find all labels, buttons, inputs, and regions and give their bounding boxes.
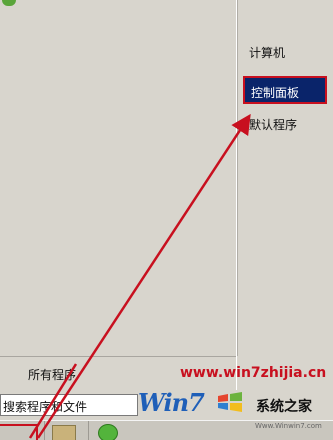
menu-item-computer[interactable]: 计算机 — [249, 44, 285, 61]
watermark-brand-cn: 系统之家 — [256, 399, 312, 415]
menu-item-control-panel[interactable]: 控制面板 — [243, 76, 327, 104]
search-input[interactable]: 搜索程序和文件 — [0, 394, 138, 416]
watermark-brand-latin: Win7 — [138, 388, 205, 417]
taskbar-separator — [44, 421, 45, 440]
taskbar-separator — [88, 421, 89, 440]
places-pane: 计算机 控制面板 默认程序 — [236, 0, 333, 356]
program-icon[interactable] — [2, 0, 16, 6]
menu-item-default-programs[interactable]: 默认程序 — [249, 116, 297, 133]
watermark-small-text: Www.Winwin7.com — [255, 422, 322, 430]
explorer-icon[interactable] — [52, 425, 76, 440]
start-button[interactable] — [0, 424, 38, 440]
watermark-url: www.win7zhijia.cn — [180, 365, 327, 381]
screen: 计算机 控制面板 默认程序 所有程序 搜索程序和文件 www.win7zhiji… — [0, 0, 333, 440]
programs-pane — [0, 0, 236, 356]
all-programs-label: 所有程序 — [28, 368, 77, 382]
browser-icon[interactable] — [98, 424, 118, 440]
windows-flag-icon — [218, 392, 242, 412]
